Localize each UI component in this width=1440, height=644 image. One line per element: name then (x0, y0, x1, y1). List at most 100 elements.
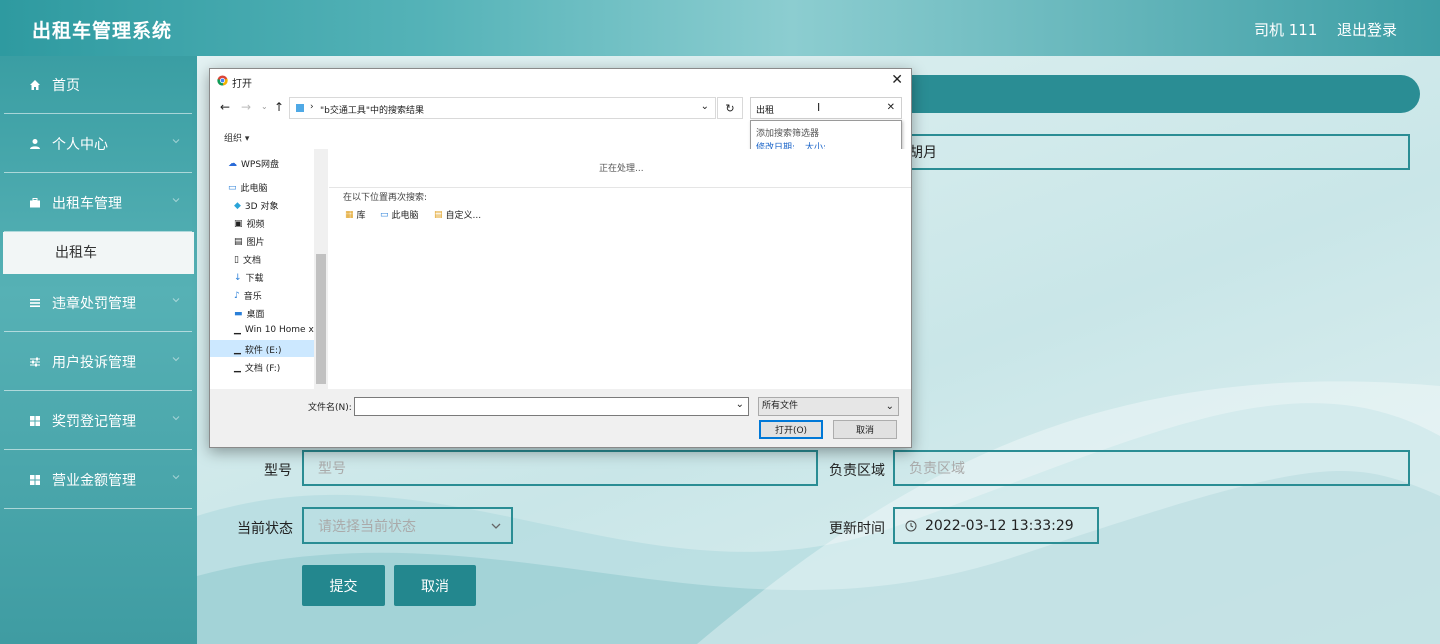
sidebar-item-profile[interactable]: 个人中心 (4, 115, 192, 173)
sidebar-item-home[interactable]: 首页 (4, 56, 192, 114)
navigation-pane: ☁ WPS网盘 ▭ 此电脑 ◆ 3D 对象 ▣ 视频 ▤ 图片 ▯ 文档 ↓ 下载 ♪ 音乐 ▬… (210, 149, 328, 389)
nav-item-downloads[interactable]: ↓ 下载 (234, 271, 264, 285)
sidebar-item-rewards[interactable]: 奖罚登记管理 (4, 392, 192, 450)
sidebar-item-label: 首页 (52, 77, 80, 94)
chevron-down-icon (172, 298, 180, 303)
drive-icon: ▁ (234, 362, 241, 373)
search-location-this-pc[interactable]: ▭ 此电脑 (380, 208, 419, 222)
sidebar-item-label: 违章处罚管理 (52, 295, 136, 312)
nav-label: 文档 (F:) (244, 364, 281, 374)
grid-icon (28, 473, 42, 487)
sidebar-subitem-taxi[interactable]: 出租车 (3, 232, 194, 274)
dialog-titlebar: 打开 ✕ (210, 69, 911, 93)
user-label: 司机 111 (1254, 21, 1318, 39)
divider (329, 187, 911, 188)
chevron-down-icon (172, 198, 180, 203)
nav-item-drive-c[interactable]: ▁ Win 10 Home x (234, 325, 314, 335)
chrome-icon (217, 75, 228, 86)
computer-icon: ▭ (380, 209, 389, 220)
submit-button[interactable]: 提交 (302, 565, 385, 606)
nav-item-music[interactable]: ♪ 音乐 (234, 289, 262, 303)
nav-item-drive-e[interactable]: ▁ 软件 (E:) (234, 343, 282, 357)
area-label: 负责区域 (829, 463, 885, 479)
status-label: 当前状态 (237, 521, 293, 537)
clear-icon[interactable]: ✕ (887, 102, 895, 113)
sidebar: 首页 个人中心 出租车管理 出租车 违章处罚管理 用户投诉管理 奖罚登记管理 营… (0, 56, 197, 644)
desktop-icon: ▬ (234, 308, 243, 319)
folder-icon (296, 104, 304, 112)
chevron-down-icon (172, 139, 180, 144)
dialog-cancel-button[interactable]: 取消 (833, 420, 897, 439)
up-arrow-icon[interactable]: ↑ (274, 100, 284, 114)
sidebar-item-label: 个人中心 (52, 136, 108, 153)
back-arrow-icon[interactable]: ← (220, 100, 230, 114)
address-path: "b交通工具"中的搜索结果 (320, 106, 424, 116)
scroll-thumb[interactable] (316, 254, 326, 384)
update-time-field[interactable]: 2022-03-12 13:33:29 (893, 507, 1099, 544)
search-location-library[interactable]: ▦ 库 (345, 208, 366, 222)
dialog-footer: 文件名(N): ⌄ 所有文件 ⌄ 打开(O) 取消 (210, 389, 911, 447)
filetype-select[interactable]: 所有文件 ⌄ (758, 397, 899, 416)
chevron-down-icon (491, 523, 501, 529)
nav-item-3d[interactable]: ◆ 3D 对象 (234, 199, 279, 213)
model-placeholder: 型号 (318, 461, 346, 477)
sliders-icon (28, 355, 42, 369)
driver-name-field[interactable]: 胡月 (893, 134, 1410, 170)
nav-label: 桌面 (246, 310, 265, 320)
nav-item-wps-cloud[interactable]: ☁ WPS网盘 (228, 157, 280, 171)
cloud-icon: ☁ (228, 158, 237, 169)
search-input[interactable]: 出租 I ✕ (750, 97, 902, 119)
logout-link[interactable]: 退出登录 (1337, 19, 1397, 40)
sidebar-item-complaints[interactable]: 用户投诉管理 (4, 333, 192, 391)
forward-arrow-icon[interactable]: → (241, 100, 251, 114)
sidebar-item-revenue[interactable]: 营业金额管理 (4, 451, 192, 509)
music-icon: ♪ (234, 290, 240, 301)
sidebar-item-taxi[interactable]: 出租车管理 (4, 174, 192, 232)
list-icon (28, 296, 42, 310)
chevron-down-icon (172, 357, 180, 362)
file-open-dialog: 打开 ✕ ← → ⌄ ↑ › "b交通工具"中的搜索结果 ⌄ ↻ 出租 I ✕ … (209, 68, 912, 448)
clock-icon (905, 520, 917, 531)
sidebar-item-label: 用户投诉管理 (52, 354, 136, 371)
nav-item-video[interactable]: ▣ 视频 (234, 217, 265, 231)
cancel-button[interactable]: 取消 (394, 565, 476, 606)
drive-icon: ▁ (234, 325, 241, 335)
nav-label: 3D 对象 (244, 202, 279, 212)
filename-input[interactable]: ⌄ (354, 397, 749, 416)
refresh-icon[interactable]: ↻ (717, 97, 743, 119)
address-bar[interactable]: › "b交通工具"中的搜索结果 ⌄ (289, 97, 716, 119)
search-again-text: 在以下位置再次搜索: (343, 193, 428, 203)
organize-button[interactable]: 组织 ▾ (224, 131, 249, 144)
nav-label: 此电脑 (240, 184, 268, 194)
recent-dropdown-icon[interactable]: ⌄ (261, 102, 268, 111)
breadcrumb-bar (870, 75, 1420, 113)
sidebar-item-violations[interactable]: 违章处罚管理 (4, 274, 192, 332)
nav-label: Win 10 Home x (244, 325, 314, 335)
status-placeholder: 请选择当前状态 (318, 518, 416, 535)
chevron-down-icon: ⌄ (885, 401, 894, 412)
model-input[interactable]: 型号 (302, 450, 818, 486)
home-icon (28, 78, 42, 92)
nav-scrollbar[interactable] (314, 149, 328, 389)
picture-icon: ▤ (234, 236, 243, 247)
filename-label: 文件名(N): (308, 403, 352, 413)
nav-item-desktop[interactable]: ▬ 桌面 (234, 307, 265, 321)
status-select[interactable]: 请选择当前状态 (302, 507, 513, 544)
area-input[interactable]: 负责区域 (893, 450, 1410, 486)
computer-icon: ▭ (228, 182, 237, 193)
top-header: 出租车管理系统 司机 111 退出登录 (0, 0, 1440, 56)
nav-item-this-pc[interactable]: ▭ 此电脑 (228, 181, 268, 195)
model-label: 型号 (264, 463, 292, 479)
processing-text: 正在处理... (599, 164, 644, 174)
sidebar-item-label: 奖罚登记管理 (52, 413, 136, 430)
open-button[interactable]: 打开(O) (759, 420, 823, 439)
nav-item-drive-f[interactable]: ▁ 文档 (F:) (234, 361, 281, 375)
nav-label: WPS网盘 (241, 160, 280, 170)
chevron-down-icon[interactable]: ⌄ (701, 101, 709, 112)
search-location-custom[interactable]: ▤ 自定义... (434, 208, 481, 222)
close-icon[interactable]: ✕ (891, 72, 903, 88)
nav-item-pictures[interactable]: ▤ 图片 (234, 235, 265, 249)
nav-item-documents[interactable]: ▯ 文档 (234, 253, 261, 267)
library-icon: ▦ (345, 209, 354, 220)
chevron-down-icon[interactable]: ⌄ (736, 399, 744, 410)
